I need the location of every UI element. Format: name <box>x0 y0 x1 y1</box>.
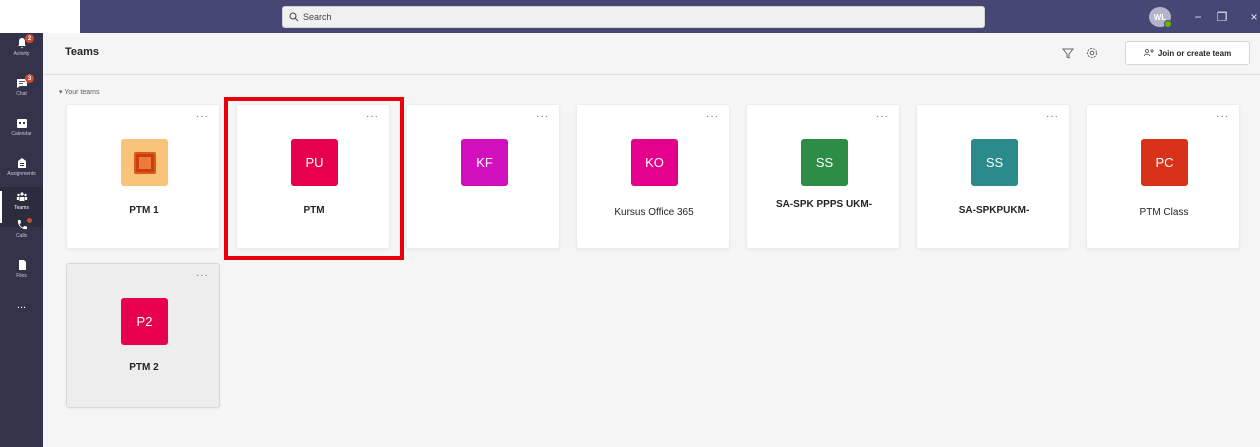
team-card[interactable]: ··· PU PTM <box>236 104 390 249</box>
calendar-icon <box>16 119 27 128</box>
more-options-icon[interactable]: ··· <box>706 111 719 122</box>
title-bar-blank <box>0 0 80 33</box>
team-name: Kursus Office 365 <box>614 207 694 218</box>
more-options-icon[interactable]: ··· <box>876 111 889 122</box>
more-options-icon[interactable]: ··· <box>196 111 209 122</box>
restore-button[interactable]: ❐ <box>1213 8 1231 26</box>
more-options-icon[interactable]: ··· <box>196 270 209 281</box>
team-card[interactable]: ··· SS SA-SPK PPPS UKM- <box>746 104 900 249</box>
team-card[interactable]: ··· PTM 1 <box>66 104 220 249</box>
join-label: Join or create team <box>1157 48 1232 58</box>
section-label: Your teams <box>64 89 100 96</box>
close-button[interactable]: × <box>1245 8 1260 26</box>
app-bar: 2 Activity 3 Chat Calendar Assignments T… <box>0 33 43 447</box>
join-or-create-team-button[interactable]: Join or create team <box>1125 41 1250 65</box>
rail-item-activity[interactable]: 2 Activity <box>0 33 43 73</box>
team-tile: KF <box>461 139 508 186</box>
team-card[interactable]: ··· KO Kursus Office 365 <box>576 104 730 249</box>
rail-item-calls[interactable]: Calls <box>0 215 43 255</box>
team-tile: SS <box>801 139 848 186</box>
calls-notification-dot <box>27 218 32 223</box>
phone-icon <box>17 220 27 230</box>
team-card[interactable]: ··· SS SA-SPKPUKM- <box>916 104 1070 249</box>
team-tile: PC <box>1141 139 1188 186</box>
rail-label-assignments: Assignments <box>7 171 36 177</box>
team-image-icon <box>133 151 156 174</box>
chat-badge: 3 <box>25 74 34 83</box>
presence-available-icon <box>1164 20 1172 28</box>
your-teams-toggle[interactable]: ▾ Your teams <box>59 88 100 96</box>
title-bar: Search WL − ❐ × <box>0 0 1260 33</box>
gear-icon[interactable] <box>1085 46 1099 60</box>
teams-icon <box>16 192 27 201</box>
more-options-icon[interactable]: ··· <box>1216 111 1229 122</box>
more-options-icon[interactable]: ··· <box>536 111 549 122</box>
files-icon <box>18 260 26 270</box>
team-tile <box>121 139 168 186</box>
search-icon <box>289 12 299 22</box>
more-apps-button[interactable]: ... <box>0 299 43 339</box>
team-card[interactable]: ··· PC PTM Class <box>1086 104 1240 249</box>
search-placeholder: Search <box>303 12 332 22</box>
rail-label-calendar: Calendar <box>11 131 32 137</box>
rail-item-files[interactable]: Files <box>0 255 43 295</box>
team-name: PTM 1 <box>129 205 159 216</box>
team-name: PTM 2 <box>129 362 159 373</box>
rail-label-files: Files <box>16 273 27 279</box>
rail-item-calendar[interactable]: Calendar <box>0 113 43 153</box>
team-name: PTM <box>303 205 325 216</box>
minimize-button[interactable]: − <box>1189 8 1207 26</box>
avatar[interactable]: WL <box>1149 7 1172 28</box>
rail-label-teams: Teams <box>14 205 29 211</box>
rail-item-chat[interactable]: 3 Chat <box>0 73 43 113</box>
team-tile: KO <box>631 139 678 186</box>
page-header: Teams Join or create team <box>43 33 1260 75</box>
more-options-icon[interactable]: ··· <box>366 111 379 122</box>
assignments-icon <box>17 158 26 168</box>
page-title: Teams <box>65 46 100 58</box>
team-tile: P2 <box>121 298 168 345</box>
rail-label-calls: Calls <box>15 233 28 239</box>
rail-label-chat: Chat <box>16 91 27 97</box>
activity-badge: 2 <box>25 34 34 43</box>
search-input[interactable]: Search <box>282 6 985 28</box>
rail-label-activity: Activity <box>13 51 30 57</box>
team-tile: PU <box>291 139 338 186</box>
team-name: PTM Class <box>1139 207 1189 218</box>
team-name: SA-SPKPUKM- <box>958 205 1030 216</box>
filter-icon[interactable] <box>1061 46 1075 60</box>
team-name: SA-SPK PPPS UKM- <box>775 199 873 210</box>
more-options-icon[interactable]: ··· <box>1046 111 1059 122</box>
team-card[interactable]: ··· P2 PTM 2 <box>66 263 220 408</box>
team-card[interactable]: ··· KF <box>406 104 560 249</box>
team-tile: SS <box>971 139 1018 186</box>
add-people-icon <box>1143 49 1154 57</box>
